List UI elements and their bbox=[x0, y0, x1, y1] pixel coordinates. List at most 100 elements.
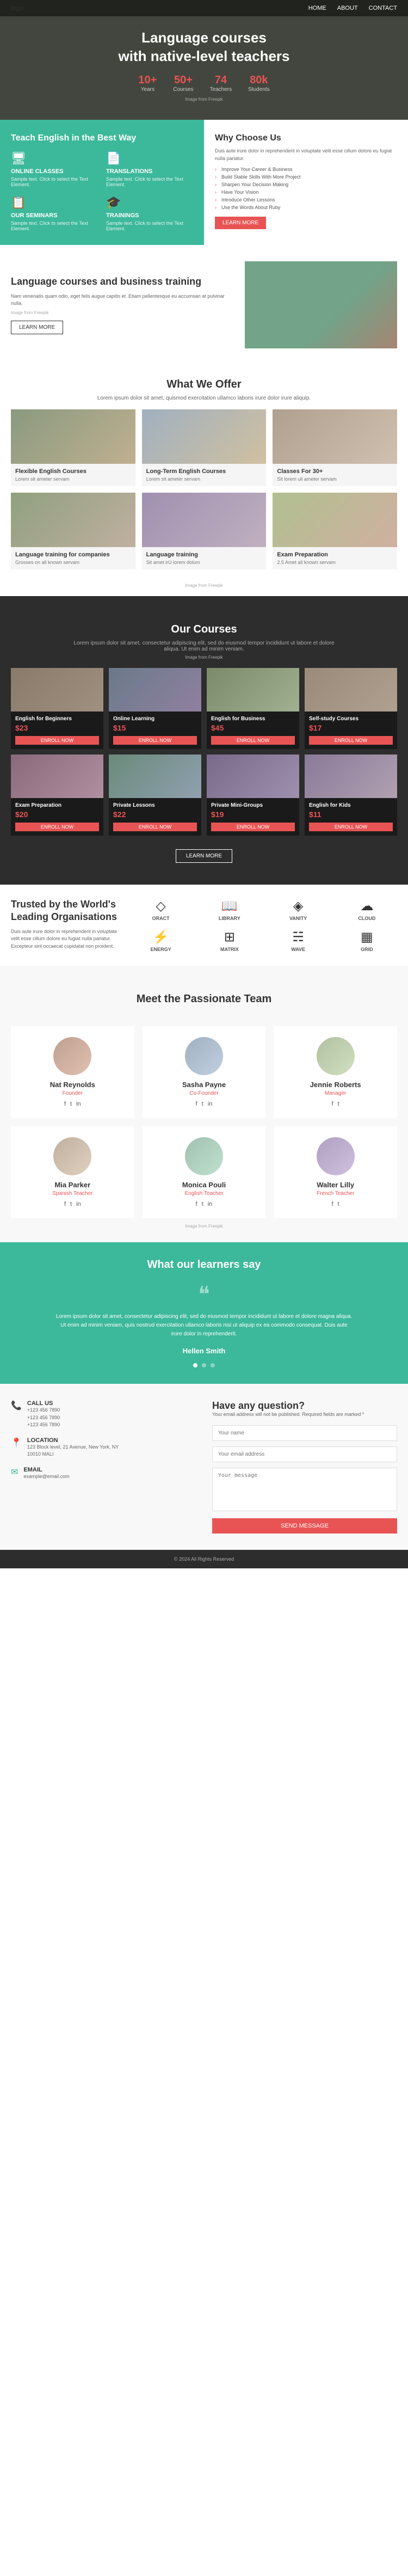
course-card-8-image bbox=[305, 755, 397, 798]
lang-biz-img-credit: Image from Freepik bbox=[11, 310, 234, 315]
twitter-icon[interactable]: t bbox=[202, 1101, 203, 1107]
twitter-icon[interactable]: t bbox=[338, 1101, 339, 1107]
stat-teachers-label: Teachers bbox=[210, 87, 232, 93]
course-card-7-body: Private Mini-Groups $19 ENROLL NOW bbox=[207, 798, 299, 836]
course-card-6-title: Private Lessons bbox=[113, 802, 197, 808]
facebook-icon[interactable]: f bbox=[196, 1201, 197, 1207]
teach-item-online-title: ONLINE CLASSES bbox=[11, 168, 98, 175]
contact-phone-line2: +123 456 7890 bbox=[27, 1414, 60, 1422]
trusted-section: Trusted by the World's Leading Organisat… bbox=[0, 885, 408, 966]
testimonial-dot-1[interactable] bbox=[193, 1363, 197, 1367]
stat-courses-label: Courses bbox=[173, 87, 193, 93]
course-card-3-title: English for Business bbox=[211, 716, 295, 722]
lang-biz-learn-more-button[interactable]: LEARN MORE bbox=[11, 321, 63, 334]
offer-card-4-body: Language training for companies Grosses … bbox=[11, 547, 135, 569]
teach-item-online-desc: Sample text. Click to select the Text El… bbox=[11, 176, 98, 187]
contact-email: ✉ EMAIL example@email.com bbox=[11, 1467, 196, 1481]
course-card-7-enroll-button[interactable]: ENROLL NOW bbox=[211, 823, 295, 831]
contact-form-desc: Your email address will not be published… bbox=[212, 1412, 397, 1417]
stat-teachers-num: 74 bbox=[210, 74, 232, 87]
trusted-logos: ◇ ORACT 📖 LIBRARY ◈ VANITY ☁ CLOUD ⚡ bbox=[131, 898, 397, 952]
course-card-1-enroll-button[interactable]: ENROLL NOW bbox=[15, 736, 99, 745]
contact-message-input[interactable] bbox=[212, 1468, 397, 1511]
facebook-icon[interactable]: f bbox=[196, 1101, 197, 1107]
twitter-icon[interactable]: t bbox=[70, 1101, 72, 1107]
nav-contact[interactable]: CONTACT bbox=[369, 5, 397, 11]
team-card-sasha: Sasha Payne Co-Founder f t in bbox=[143, 1026, 266, 1118]
translations-icon: 📄 bbox=[106, 151, 193, 165]
offer-card-4-image bbox=[11, 493, 135, 547]
location-icon: 📍 bbox=[11, 1437, 22, 1448]
team-section-header: Meet the Passionate Team bbox=[11, 979, 397, 1018]
why-section: Why Choose Us Duis aute irure dolor in r… bbox=[204, 120, 408, 245]
stat-years: 10+ Years bbox=[138, 74, 157, 93]
testimonial-section-title: What our learners say bbox=[11, 1259, 397, 1271]
lang-biz-title: Language courses and business training bbox=[11, 276, 234, 287]
linkedin-icon[interactable]: in bbox=[208, 1101, 213, 1107]
course-card-5-price: $20 bbox=[15, 810, 99, 819]
course-card-4: Self-study Courses $17 ENROLL NOW bbox=[305, 668, 397, 749]
linkedin-icon[interactable]: in bbox=[76, 1101, 81, 1107]
footer: © 2024 All Rights Reserved bbox=[0, 1550, 408, 1568]
team-card-mia: Mia Parker Spanish Teacher f t in bbox=[11, 1126, 134, 1218]
course-card-8-enroll-button[interactable]: ENROLL NOW bbox=[309, 823, 393, 831]
offer-card-6-image bbox=[273, 493, 397, 547]
logo-item-1: ◇ ORACT bbox=[131, 898, 191, 921]
contact-email-input[interactable] bbox=[212, 1446, 397, 1462]
nav-home[interactable]: HOME bbox=[308, 5, 326, 11]
facebook-icon[interactable]: f bbox=[332, 1201, 333, 1207]
nav-about[interactable]: ABOUT bbox=[337, 5, 358, 11]
twitter-icon[interactable]: t bbox=[70, 1201, 72, 1207]
twitter-icon[interactable]: t bbox=[338, 1201, 339, 1207]
course-card-6-enroll-button[interactable]: ENROLL NOW bbox=[113, 823, 197, 831]
contact-name-input[interactable] bbox=[212, 1425, 397, 1441]
team-name-monica: Monica Pouli bbox=[151, 1181, 258, 1189]
team-name-sasha: Sasha Payne bbox=[151, 1081, 258, 1089]
offer-card-5-body: Language training Sit amet irU lorem dol… bbox=[142, 547, 267, 569]
course-card-7-price: $19 bbox=[211, 810, 295, 819]
offer-section-header: What We Offer Lorem ipsum dolor sit amet… bbox=[0, 365, 408, 409]
twitter-icon[interactable]: t bbox=[202, 1201, 203, 1207]
offer-card-2-body: Long-Term English Courses Lorem sit amet… bbox=[142, 464, 267, 486]
testimonial-dot-3[interactable] bbox=[211, 1363, 215, 1367]
contact-location-detail: LOCATION 123 Block level, 21 Avenue, New… bbox=[27, 1437, 119, 1458]
linkedin-icon[interactable]: in bbox=[76, 1201, 81, 1207]
offer-card-4-title: Language training for companies bbox=[15, 551, 131, 558]
course-card-8-title: English for Kids bbox=[309, 802, 393, 808]
course-card-2-enroll-button[interactable]: ENROLL NOW bbox=[113, 736, 197, 745]
why-learn-more-button[interactable]: LEARN MORE bbox=[215, 217, 266, 229]
course-card-5-body: Exam Preparation $20 ENROLL NOW bbox=[11, 798, 103, 836]
testimonial-dot-2[interactable] bbox=[202, 1363, 206, 1367]
team-role-nat: Founder bbox=[19, 1090, 126, 1096]
why-list-item: Improve Your Career & Business bbox=[215, 167, 397, 172]
facebook-icon[interactable]: f bbox=[64, 1101, 66, 1107]
logo-item-8: ▦ GRID bbox=[337, 929, 397, 952]
team-name-walter: Walter Lilly bbox=[282, 1181, 389, 1189]
contact-submit-button[interactable]: SEND MESSAGE bbox=[212, 1518, 397, 1534]
courses-section-title: Our Courses bbox=[22, 623, 386, 636]
facebook-icon[interactable]: f bbox=[64, 1201, 66, 1207]
courses-learn-more-button[interactable]: LEARN MORE bbox=[176, 849, 232, 863]
team-name-jennie: Jennie Roberts bbox=[282, 1081, 389, 1089]
team-role-monica: English Teacher bbox=[151, 1191, 258, 1197]
logo-icon-1: ◇ bbox=[156, 898, 165, 914]
course-card-4-enroll-button[interactable]: ENROLL NOW bbox=[309, 736, 393, 745]
course-card-5-enroll-button[interactable]: ENROLL NOW bbox=[15, 823, 99, 831]
linkedin-icon[interactable]: in bbox=[208, 1201, 213, 1207]
team-avatar-sasha bbox=[185, 1037, 223, 1075]
hero-content: Language courseswith native-level teache… bbox=[107, 7, 300, 113]
logo-item-3: ◈ VANITY bbox=[268, 898, 329, 921]
logo-item-4: ☁ CLOUD bbox=[337, 898, 397, 921]
hero-img-credit: Image from Freepik bbox=[118, 97, 289, 102]
lang-biz-text: Language courses and business training N… bbox=[11, 276, 234, 334]
contact-message-group bbox=[212, 1468, 397, 1513]
course-card-3-enroll-button[interactable]: ENROLL NOW bbox=[211, 736, 295, 745]
team-avatar-monica bbox=[185, 1137, 223, 1175]
facebook-icon[interactable]: f bbox=[332, 1101, 333, 1107]
contact-location-line2: 10010 MALI bbox=[27, 1451, 119, 1458]
contact-section: 📞 CALL US +123 456 7890 +123 456 7890 +1… bbox=[0, 1384, 408, 1550]
team-name-mia: Mia Parker bbox=[19, 1181, 126, 1189]
quote-icon: ❝ bbox=[11, 1282, 397, 1307]
logo-name-6: MATRIX bbox=[220, 947, 239, 952]
course-card-1-body: English for Beginners $23 ENROLL NOW bbox=[11, 712, 103, 749]
